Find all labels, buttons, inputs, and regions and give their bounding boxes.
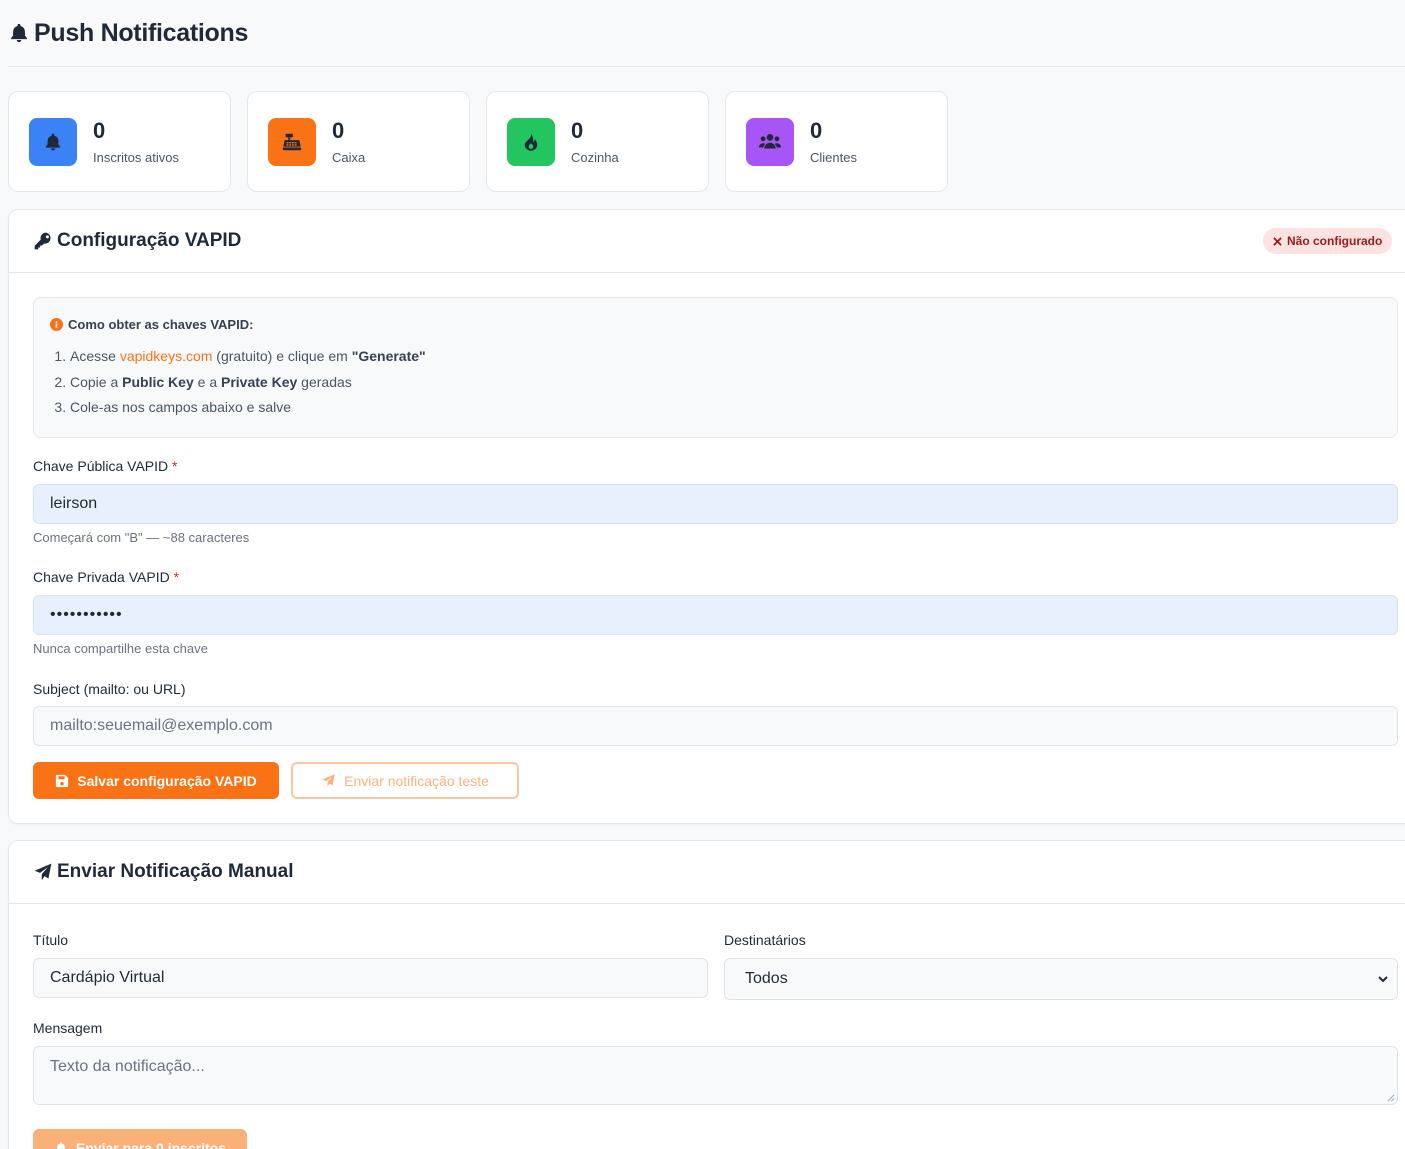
message-label: Mensagem	[33, 1020, 103, 1036]
stat-value: 0	[810, 118, 823, 143]
input-placeholder: mailto:seuemail@exemplo.com	[50, 717, 273, 734]
message-textarea[interactable]: Texto da notificação...	[33, 1046, 1398, 1105]
page-title: Push Notifications	[34, 18, 249, 47]
button-label: Enviar notificação teste	[344, 772, 489, 789]
required-marker: *	[172, 458, 178, 474]
label-text: Chave Pública VAPID	[33, 458, 169, 474]
card-header: Enviar Notificação Manual	[9, 841, 1405, 904]
fire-icon	[524, 133, 538, 151]
label-text: Chave Privada VAPID	[33, 569, 170, 585]
vapidkeys-link[interactable]: vapidkeys.com	[120, 348, 213, 364]
stat-card-clientes: 0 Clientes	[725, 91, 948, 192]
subject-label: Subject (mailto: ou URL)	[33, 681, 186, 697]
stat-icon-box	[268, 117, 316, 166]
stat-label: Clientes	[810, 150, 857, 165]
stat-value: 0	[93, 118, 106, 143]
step-text: geradas	[297, 373, 352, 390]
stat-icon-box	[507, 117, 555, 166]
instruction-step: Acesse vapidkeys.com (gratuito) e clique…	[70, 344, 1381, 370]
textarea-placeholder: Texto da notificação...	[50, 1058, 205, 1075]
input-value: leirson	[50, 495, 98, 512]
send-test-button[interactable]: Enviar notificação teste	[291, 762, 519, 799]
step-text: (gratuito) e clique em	[212, 348, 352, 364]
input-value: •••••••••••	[50, 606, 123, 623]
title-field-label: Título	[33, 932, 69, 948]
card-title: Configuração VAPID	[57, 230, 242, 251]
step-text: e a	[193, 373, 221, 390]
key-icon	[34, 232, 51, 250]
recipients-select[interactable]: Todos	[724, 958, 1398, 1000]
x-icon	[1273, 236, 1282, 246]
subject-input[interactable]: mailto:seuemail@exemplo.com	[33, 706, 1398, 746]
instructions-title-text: Como obter as chaves VAPID:	[68, 317, 254, 332]
status-badge-label: Não configurado	[1287, 234, 1383, 248]
paper-plane-icon	[34, 863, 52, 881]
step-bold: Private Key	[221, 373, 298, 390]
stat-value: 0	[332, 118, 345, 143]
step-text: Acesse	[70, 348, 120, 364]
card-title: Enviar Notificação Manual	[57, 861, 294, 882]
step-bold: "Generate"	[351, 348, 426, 364]
status-badge: Não configurado	[1263, 228, 1393, 254]
save-vapid-button[interactable]: Salvar configuração VAPID	[33, 762, 279, 799]
public-key-input[interactable]: leirson	[33, 484, 1398, 524]
vapid-config-card: Configuração VAPID Não configurado Como …	[8, 209, 1405, 824]
stat-label: Cozinha	[571, 150, 619, 165]
recipients-label: Destinatários	[724, 932, 806, 948]
stat-value: 0	[571, 118, 584, 143]
instructions-list: Acesse vapidkeys.com (gratuito) e clique…	[50, 344, 1381, 421]
save-icon	[56, 774, 69, 787]
private-key-hint: Nunca compartilhe esta chave	[33, 641, 208, 656]
input-value: Cardápio Virtual	[50, 969, 165, 986]
stat-icon-box	[746, 117, 794, 166]
public-key-label: Chave Pública VAPID *	[33, 458, 177, 474]
resize-handle-icon[interactable]	[1386, 1093, 1395, 1102]
required-marker: *	[173, 569, 180, 585]
private-key-input[interactable]: •••••••••••	[33, 595, 1398, 635]
manual-notification-card: Enviar Notificação Manual Título Cardápi…	[8, 840, 1405, 1149]
stat-card-caixa: 0 Caixa	[247, 91, 470, 192]
stat-label: Caixa	[332, 150, 366, 165]
card-header: Configuração VAPID Não configurado	[9, 210, 1405, 273]
users-icon	[758, 133, 782, 148]
chevron-down-icon	[1378, 976, 1388, 983]
step-bold: Public Key	[122, 373, 194, 390]
stat-label: Inscritos ativos	[93, 150, 179, 165]
bell-icon	[11, 23, 27, 43]
info-circle-icon	[50, 318, 63, 331]
send-manual-button[interactable]: Enviar para 0 inscritos	[33, 1129, 247, 1149]
step-text: Copie a	[70, 373, 123, 390]
bell-icon	[45, 133, 61, 150]
title-input[interactable]: Cardápio Virtual	[33, 958, 708, 998]
stat-icon-box	[29, 117, 77, 166]
button-label: Salvar configuração VAPID	[77, 772, 257, 789]
instructions-title: Como obter as chaves VAPID:	[50, 317, 1381, 332]
page-header: Push Notifications	[8, 0, 1405, 67]
stat-card-inscritos: 0 Inscritos ativos	[8, 91, 231, 192]
public-key-hint: Começará com "B" — ~88 caracteres	[33, 530, 250, 545]
stats-row: 0 Inscritos ativos 0 Caixa 0 Cozinha 0 C…	[8, 91, 948, 192]
stat-card-cozinha: 0 Cozinha	[486, 91, 709, 192]
instruction-step: Cole-as nos campos abaixo e salve	[70, 395, 1381, 421]
select-value: Todos	[745, 970, 788, 987]
button-label: Enviar para 0 inscritos	[75, 1139, 227, 1149]
paper-plane-icon	[322, 774, 335, 787]
instruction-step: Copie a Public Key e a Private Key gerad…	[70, 370, 1381, 396]
cash-register-icon	[282, 133, 302, 150]
private-key-label: Chave Privada VAPID *	[33, 569, 179, 585]
vapid-instructions: Como obter as chaves VAPID: Acesse vapid…	[33, 297, 1398, 438]
bell-icon	[57, 1141, 65, 1149]
